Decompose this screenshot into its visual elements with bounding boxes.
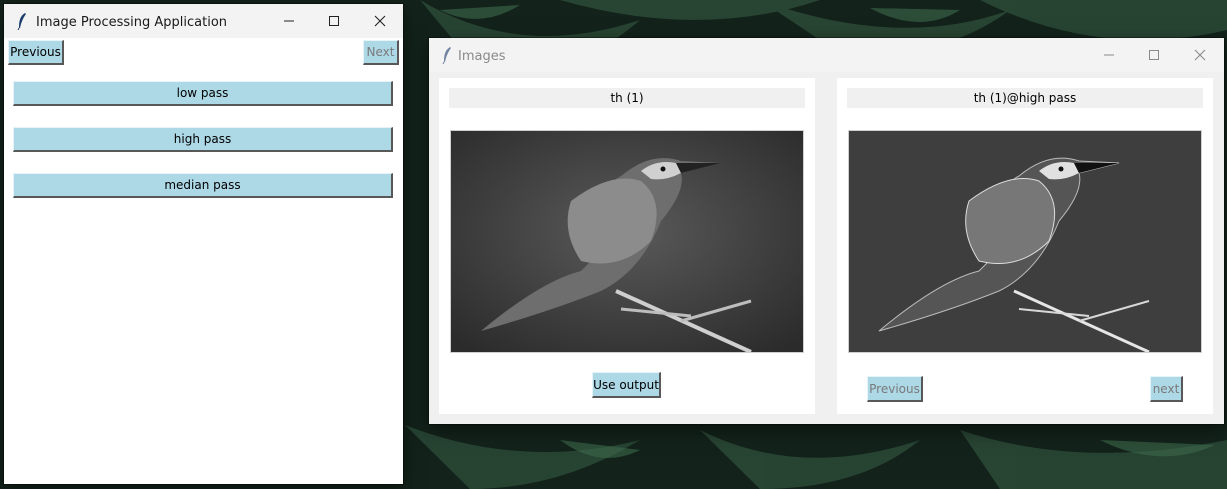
input-panel: th (1) Use output bbox=[439, 78, 815, 414]
output-image-caption: th (1)@high pass bbox=[847, 88, 1203, 108]
maximize-button[interactable] bbox=[311, 4, 357, 38]
input-image-caption: th (1) bbox=[449, 88, 805, 108]
images-window: Images th (1) Use output th (1)@high pas… bbox=[429, 38, 1224, 424]
minimize-button[interactable] bbox=[266, 4, 312, 38]
next-button[interactable]: Next bbox=[363, 40, 399, 65]
low-pass-button[interactable]: low pass bbox=[13, 81, 393, 106]
maximize-button[interactable] bbox=[1131, 38, 1177, 72]
close-icon bbox=[374, 15, 386, 27]
output-image bbox=[848, 130, 1202, 353]
bird-image bbox=[451, 131, 803, 352]
main-titlebar[interactable]: Image Processing Application bbox=[4, 4, 403, 38]
feather-icon bbox=[17, 13, 26, 30]
close-button[interactable] bbox=[1177, 38, 1223, 72]
use-output-button[interactable]: Use output bbox=[592, 372, 661, 398]
median-pass-button[interactable]: median pass bbox=[13, 173, 393, 198]
input-image bbox=[450, 130, 804, 353]
close-icon bbox=[1194, 49, 1206, 61]
images-window-title: Images bbox=[458, 49, 506, 64]
output-panel: th (1)@high pass Previous next bbox=[837, 78, 1213, 414]
previous-button[interactable]: Previous bbox=[8, 40, 64, 65]
maximize-icon bbox=[329, 16, 339, 26]
main-window: Image Processing Application Previous Ne… bbox=[4, 4, 403, 484]
bird-image-filtered bbox=[849, 131, 1201, 352]
feather-icon bbox=[442, 47, 451, 64]
high-pass-button[interactable]: high pass bbox=[13, 127, 393, 152]
images-titlebar[interactable]: Images bbox=[429, 38, 1224, 72]
minimize-button[interactable] bbox=[1086, 38, 1132, 72]
main-window-title: Image Processing Application bbox=[36, 15, 228, 30]
output-previous-button[interactable]: Previous bbox=[867, 376, 923, 402]
maximize-icon bbox=[1149, 50, 1159, 60]
output-next-button[interactable]: next bbox=[1150, 376, 1183, 402]
close-button[interactable] bbox=[357, 4, 403, 38]
minimize-icon bbox=[1104, 54, 1114, 56]
minimize-icon bbox=[284, 20, 294, 22]
